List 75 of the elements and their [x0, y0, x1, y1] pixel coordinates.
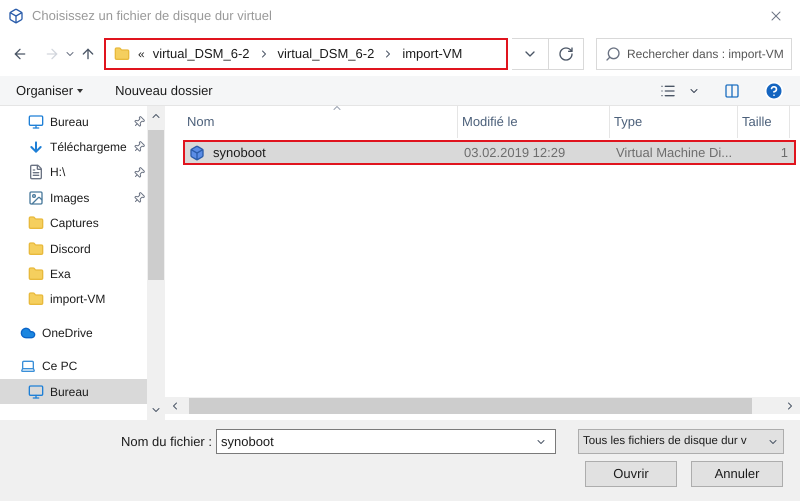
- monitor-icon: [28, 384, 44, 400]
- table-cell-text: 1: [780, 144, 788, 162]
- column-header[interactable]: Taille: [738, 106, 790, 138]
- up-icon[interactable]: [80, 46, 96, 62]
- folder-icon: [28, 266, 44, 282]
- dialog-button[interactable]: Annuler: [691, 461, 783, 487]
- organize-button[interactable]: Organiser: [16, 80, 84, 100]
- file-type-value: Tous les fichiers de disque dur v: [583, 434, 748, 449]
- sidebar-label: Ce PC: [42, 358, 78, 376]
- search-icon: [605, 46, 621, 62]
- horizontal-scrollbar[interactable]: [165, 397, 800, 414]
- overflow-chevron[interactable]: «: [138, 45, 145, 63]
- monitor-icon: [28, 114, 44, 130]
- sidebar-item[interactable]: Ce PC: [0, 354, 147, 379]
- table-cell-text: synoboot: [213, 144, 266, 162]
- folder-icon: [114, 46, 130, 62]
- image-icon: [28, 190, 44, 206]
- breadcrumb-item[interactable]: virtual_DSM_6-2: [278, 44, 374, 64]
- column-header[interactable]: Type: [610, 106, 738, 138]
- filename-input[interactable]: synoboot: [221, 432, 535, 452]
- table-cell-text: 03.02.2019 12:29: [464, 144, 566, 162]
- search-input[interactable]: Rechercher dans : import-VM: [627, 45, 787, 63]
- sidebar-item[interactable]: Captures: [0, 210, 147, 236]
- sidebar-item[interactable]: OneDrive: [0, 320, 147, 346]
- help-icon[interactable]: [764, 80, 784, 100]
- view-list-icon[interactable]: [660, 82, 676, 98]
- search-field[interactable]: Rechercher dans : import-VM: [596, 38, 792, 70]
- cloud-icon: [20, 324, 36, 341]
- address-bar[interactable]: « virtual_DSM_6-2 virtual_DSM_6-2 import-VM: [104, 38, 508, 70]
- filename-label: Nom du fichier :: [120, 432, 213, 451]
- sidebar-label: H:\: [50, 164, 66, 182]
- folder-icon: [28, 291, 44, 308]
- sidebar-label: import-VM: [50, 291, 106, 308]
- sidebar-label: Discord: [50, 240, 91, 258]
- file-row[interactable]: synoboot 03.02.2019 12:29 Virtual Machine Di... 1: [183, 140, 796, 165]
- sidebar-label: Captures: [50, 215, 99, 232]
- dialog-button[interactable]: Ouvrir: [585, 461, 677, 487]
- back-icon[interactable]: [12, 46, 28, 62]
- sidebar-item[interactable]: Exa: [0, 261, 147, 287]
- folder-icon: [28, 240, 44, 257]
- sidebar-item[interactable]: Bureau: [0, 378, 147, 404]
- cube-file-icon: [189, 144, 205, 160]
- refresh-button[interactable]: [548, 38, 584, 70]
- breadcrumb-item[interactable]: virtual_DSM_6-2: [152, 44, 250, 64]
- sidebar-label: Exa: [50, 266, 71, 284]
- breadcrumb-item[interactable]: import-VM: [402, 44, 462, 64]
- scrollbar-thumb[interactable]: [189, 398, 752, 414]
- sidebar-item[interactable]: Discord: [0, 236, 147, 262]
- sidebar-label: OneDrive: [42, 324, 93, 342]
- window-title: Choisissez un fichier de disque dur virtuel: [32, 7, 272, 26]
- file-type-dropdown[interactable]: Tous les fichiers de disque dur v: [578, 429, 784, 454]
- scrollbar-thumb[interactable]: [148, 130, 164, 280]
- new-folder-button[interactable]: Nouveau dossier: [115, 80, 213, 100]
- sidebar-item[interactable]: Images: [0, 185, 147, 211]
- caret-icon: [77, 88, 84, 92]
- sidebar-item[interactable]: Téléchargeme: [0, 134, 147, 160]
- filename-field[interactable]: synoboot: [216, 429, 556, 454]
- sidebar-label: Images: [50, 190, 90, 207]
- sidebar-label: Bureau: [50, 114, 89, 131]
- preview-pane-icon[interactable]: [724, 82, 740, 98]
- sidebar-item[interactable]: H:\: [0, 160, 147, 186]
- sidebar-label: Bureau: [50, 384, 89, 401]
- sidebar-item[interactable]: Bureau: [0, 109, 147, 134]
- refresh-icon: [558, 46, 574, 62]
- sidebar-item[interactable]: import-VM: [0, 286, 147, 312]
- vertical-scrollbar[interactable]: [147, 106, 165, 420]
- sidebar-label: Téléchargeme: [50, 139, 127, 156]
- folder-icon: [28, 215, 44, 232]
- download-arrow-icon: [28, 139, 44, 156]
- column-header[interactable]: Nom: [183, 106, 458, 138]
- column-header[interactable]: Modifié le: [458, 106, 610, 138]
- table-cell-text: Virtual Machine Di...: [616, 144, 732, 162]
- document-icon: [28, 164, 44, 180]
- computer-icon: [20, 358, 36, 374]
- cube-logo-icon: [8, 8, 24, 24]
